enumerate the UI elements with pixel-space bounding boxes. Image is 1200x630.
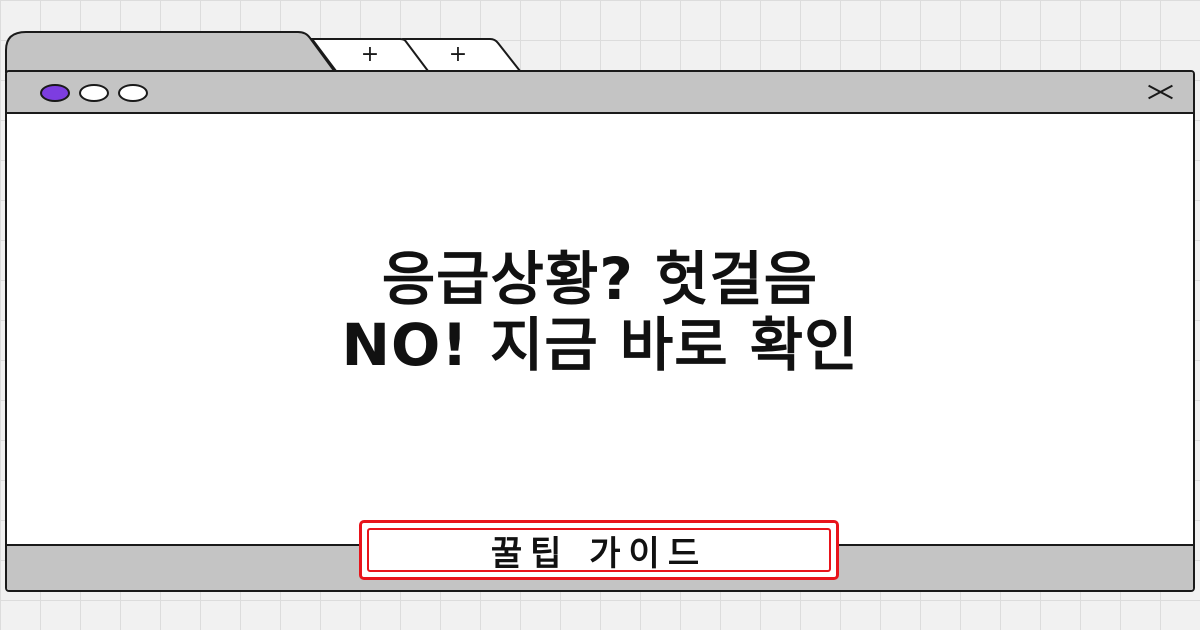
headline-line-1: 응급상황? 헛걸음 bbox=[381, 245, 819, 313]
close-icon[interactable] bbox=[1145, 78, 1175, 106]
window-dot-white[interactable] bbox=[79, 84, 109, 102]
plus-icon[interactable]: + bbox=[449, 42, 467, 67]
headline: 응급상황? 헛걸음 NO! 지금 바로 확인 bbox=[200, 246, 1000, 378]
title-bar bbox=[7, 72, 1193, 114]
window-dot-white-2[interactable] bbox=[118, 84, 148, 102]
browser-mockup-scene: + + 응급상황? 헛걸음 NO! 지금 바로 확인 꿀팁 가이드 bbox=[0, 0, 1200, 630]
tab-strip: + + bbox=[5, 31, 523, 73]
guide-badge-label: 꿀팁 가이드 bbox=[367, 528, 831, 574]
plus-icon[interactable]: + bbox=[361, 42, 379, 67]
headline-line-2: NO! 지금 바로 확인 bbox=[341, 311, 859, 379]
guide-badge: 꿀팁 가이드 bbox=[359, 520, 839, 580]
tab-active[interactable] bbox=[5, 31, 337, 73]
window-dot-purple[interactable] bbox=[40, 84, 70, 102]
